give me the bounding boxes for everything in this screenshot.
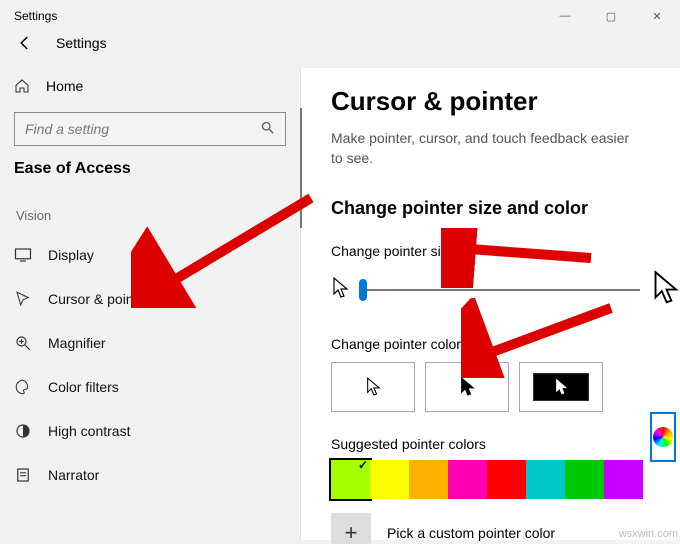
scroll-indicator [300, 108, 302, 228]
pointer-large-icon [650, 269, 680, 310]
nav-high-contrast[interactable]: High contrast [14, 409, 286, 453]
nav-label: Color filters [48, 379, 119, 395]
category-title: Ease of Access [14, 160, 286, 178]
nav-home[interactable]: Home [14, 68, 286, 104]
color-wheel-icon [653, 427, 673, 447]
pointer-size-slider[interactable] [359, 289, 640, 291]
nav-narrator[interactable]: Narrator [14, 453, 286, 497]
suggested-color-swatch[interactable] [565, 460, 604, 499]
window-maximize[interactable]: ▢ [588, 0, 634, 32]
window-minimize[interactable]: — [542, 0, 588, 32]
nav-display[interactable]: Display [14, 233, 286, 277]
suggested-color-swatch[interactable] [526, 460, 565, 499]
suggested-color-swatch[interactable] [370, 460, 409, 499]
nav-label: Display [48, 247, 94, 263]
nav-group-vision: Vision [14, 208, 286, 223]
watermark: wsxwin.com [619, 528, 678, 540]
nav-cursor-pointer[interactable]: Cursor & pointer [14, 277, 286, 321]
pointer-small-icon [331, 276, 349, 303]
suggested-color-swatch[interactable] [331, 460, 370, 499]
suggested-color-swatch[interactable] [487, 460, 526, 499]
app-title: Settings [56, 35, 107, 51]
palette-icon [14, 378, 48, 396]
suggested-colors-label: Suggested pointer colors [331, 436, 680, 452]
pick-custom-color-label: Pick a custom pointer color [387, 525, 555, 541]
window-title: Settings [14, 9, 57, 23]
nav-label: Cursor & pointer [48, 291, 150, 307]
nav-color-filters[interactable]: Color filters [14, 365, 286, 409]
pick-custom-color-button[interactable]: + [331, 513, 371, 544]
search-icon [260, 120, 275, 139]
pointer-color-custom[interactable] [650, 412, 676, 462]
nav-label: Magnifier [48, 335, 106, 351]
window-close[interactable]: ✕ [634, 0, 680, 32]
nav-home-label: Home [46, 78, 83, 94]
nav-label: High contrast [48, 423, 130, 439]
suggested-colors-row [331, 460, 680, 499]
pointer-color-inverted[interactable] [519, 362, 603, 412]
narrator-icon [14, 466, 48, 484]
page-title: Cursor & pointer [331, 86, 680, 117]
suggested-color-swatch[interactable] [409, 460, 448, 499]
search-input[interactable] [25, 121, 260, 137]
suggested-color-swatch[interactable] [604, 460, 643, 499]
monitor-icon [14, 247, 48, 263]
slider-thumb[interactable] [359, 279, 367, 301]
pointer-color-white[interactable] [331, 362, 415, 412]
nav-magnifier[interactable]: Magnifier [14, 321, 286, 365]
suggested-color-swatch[interactable] [448, 460, 487, 499]
page-description: Make pointer, cursor, and touch feedback… [331, 129, 641, 168]
cursor-icon [14, 290, 48, 308]
section-size-color: Change pointer size and color [331, 198, 680, 219]
pointer-color-black[interactable] [425, 362, 509, 412]
search-box[interactable] [14, 112, 286, 146]
back-button[interactable] [14, 32, 36, 54]
home-icon [14, 78, 46, 94]
contrast-icon [14, 422, 48, 440]
label-pointer-color: Change pointer color [331, 336, 680, 352]
nav-label: Narrator [48, 467, 99, 483]
magnifier-icon [14, 334, 48, 352]
label-pointer-size: Change pointer size [331, 243, 680, 259]
